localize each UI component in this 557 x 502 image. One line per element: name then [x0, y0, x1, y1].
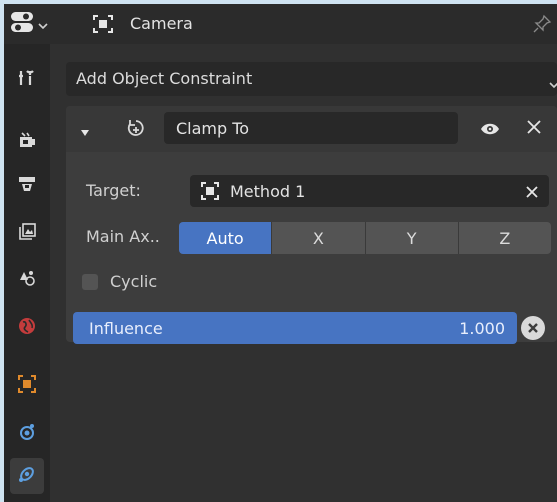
constraints-panel-area: Add Object Constraint Clamp To Target: M… — [50, 44, 557, 502]
axis-auto-button[interactable]: Auto — [179, 222, 273, 254]
cyclic-label: Cyclic — [110, 272, 158, 291]
constraint-name-field[interactable]: Clamp To — [164, 112, 458, 144]
clamp-to-constraint-icon — [124, 116, 148, 144]
properties-editor: Camera Add Object Constraint Clamp To Ta… — [4, 4, 557, 502]
physics-icon — [17, 422, 37, 446]
axis-y-button[interactable]: Y — [365, 222, 459, 254]
tool-tab[interactable] — [10, 62, 44, 98]
constraint-header: Clamp To — [66, 106, 557, 152]
render-icon — [17, 130, 37, 154]
output-icon — [17, 174, 37, 198]
chevron-down-icon — [549, 74, 557, 93]
view-layer-tab[interactable] — [10, 216, 44, 252]
target-value: Method 1 — [230, 182, 306, 201]
output-tab[interactable] — [10, 168, 44, 204]
main-axis-label: Main Ax.. — [86, 227, 160, 246]
eye-icon[interactable] — [480, 121, 500, 140]
influence-slider[interactable]: Influence 1.000 — [73, 312, 517, 344]
editor-header: Camera — [4, 4, 557, 44]
constraints-tab[interactable] — [10, 458, 44, 494]
close-icon[interactable] — [526, 119, 542, 139]
editor-type-selector[interactable] — [10, 12, 70, 36]
clamp-to-constraint-panel: Clamp To Target: Method 1 Main Ax.. Auto… — [66, 106, 557, 344]
object-data-icon — [92, 14, 114, 38]
disclosure-triangle-icon[interactable] — [80, 123, 90, 142]
scene-tab[interactable] — [10, 262, 44, 298]
influence-label: Influence — [89, 319, 163, 338]
physics-tab[interactable] — [10, 416, 44, 452]
clear-target-icon[interactable] — [525, 184, 539, 203]
constraint-name: Clamp To — [176, 119, 250, 138]
constraint-icon — [17, 464, 37, 488]
pin-icon[interactable] — [532, 14, 552, 38]
add-constraint-dropdown[interactable]: Add Object Constraint — [66, 62, 557, 96]
axis-z-button[interactable]: Z — [458, 222, 551, 254]
view-layer-icon — [17, 222, 37, 246]
object-icon — [200, 181, 220, 205]
properties-tab-bar — [4, 44, 50, 502]
main-axis-selector: Auto X Y Z — [179, 222, 551, 254]
render-tab[interactable] — [10, 124, 44, 160]
add-constraint-label: Add Object Constraint — [76, 69, 253, 88]
axis-x-button[interactable]: X — [272, 222, 366, 254]
target-label: Target: — [86, 181, 141, 200]
object-icon — [17, 374, 37, 398]
target-field[interactable]: Method 1 — [190, 175, 549, 207]
chevron-down-icon — [38, 15, 48, 34]
context-title: Camera — [130, 14, 193, 33]
world-icon — [17, 316, 37, 340]
scene-icon — [17, 268, 37, 292]
object-tab[interactable] — [10, 368, 44, 404]
cyclic-checkbox[interactable] — [82, 274, 98, 290]
tool-icon — [17, 68, 37, 92]
world-tab[interactable] — [10, 310, 44, 346]
disable-keep-transform-icon[interactable] — [521, 316, 545, 340]
influence-value: 1.000 — [459, 319, 505, 338]
properties-editor-icon — [10, 11, 34, 37]
